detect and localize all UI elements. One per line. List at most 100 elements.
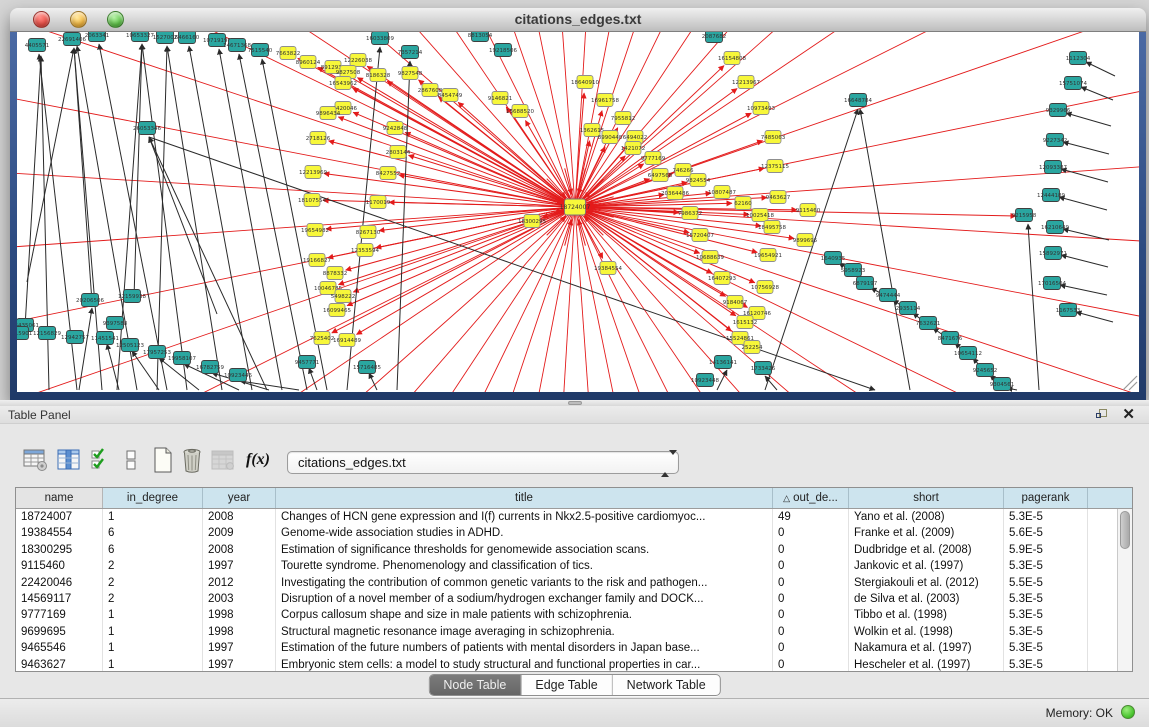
network-node[interactable]: 7632621 bbox=[916, 317, 941, 330]
delete-table-icon[interactable] bbox=[178, 446, 206, 474]
network-node[interactable]: 9227342 bbox=[1043, 134, 1068, 147]
network-node[interactable]: 12375115 bbox=[761, 160, 789, 173]
function-builder-icon[interactable]: f(x) bbox=[244, 446, 272, 474]
memory-status-indicator[interactable] bbox=[1121, 705, 1135, 719]
network-node[interactable]: 1733426 bbox=[751, 362, 776, 375]
network-node[interactable]: 12353594 bbox=[351, 244, 379, 257]
column-header-year[interactable]: year bbox=[203, 488, 276, 508]
network-node[interactable]: 1640935 bbox=[821, 252, 846, 265]
network-node[interactable]: 18107554 bbox=[298, 194, 326, 207]
network-node[interactable]: 8267130 bbox=[356, 226, 381, 239]
network-node[interactable]: 15720407 bbox=[686, 229, 714, 242]
close-panel-icon[interactable]: ✕ bbox=[1122, 406, 1135, 423]
network-node[interactable]: 8427552 bbox=[376, 167, 401, 180]
network-node[interactable]: 9899695 bbox=[793, 234, 818, 247]
table-settings-icon[interactable] bbox=[22, 446, 50, 474]
network-node[interactable]: 252254 bbox=[742, 341, 763, 354]
network-node[interactable]: 2718126 bbox=[306, 132, 331, 145]
network-node[interactable]: 12444189 bbox=[1037, 189, 1065, 202]
network-node[interactable]: 7515540 bbox=[248, 44, 273, 57]
table-row[interactable]: 911546021997Tourette syndrome. Phenomeno… bbox=[16, 558, 1117, 574]
network-node[interactable]: 16648784 bbox=[844, 94, 872, 107]
network-node[interactable]: 2063341 bbox=[85, 32, 110, 42]
network-node[interactable]: 17016504 bbox=[1038, 277, 1066, 290]
network-node[interactable]: 10973493 bbox=[747, 102, 775, 115]
tab-node-table[interactable]: Node Table bbox=[429, 675, 520, 695]
network-node[interactable]: 15892971 bbox=[1039, 247, 1067, 260]
network-node[interactable]: 7357214 bbox=[398, 46, 423, 59]
network-node[interactable]: 8878332 bbox=[323, 267, 348, 280]
network-node[interactable]: 19654982 bbox=[301, 224, 329, 237]
network-node[interactable]: 9304561 bbox=[990, 378, 1015, 391]
table-row[interactable]: 2242004622012Investigating the contribut… bbox=[16, 575, 1117, 591]
network-node[interactable]: 16210649 bbox=[1041, 221, 1069, 234]
network-node[interactable]: 1170019 bbox=[366, 196, 391, 209]
network-node[interactable]: 9777169 bbox=[641, 152, 666, 165]
network-node[interactable]: 1527002 bbox=[153, 32, 178, 44]
network-node[interactable]: 19218506 bbox=[489, 44, 517, 57]
network-node[interactable]: 10756928 bbox=[751, 281, 779, 294]
table-column-icon[interactable] bbox=[55, 446, 83, 474]
network-node[interactable]: 9463627 bbox=[766, 191, 791, 204]
network-node[interactable]: 2935114 bbox=[896, 302, 921, 315]
network-node[interactable]: 9146821 bbox=[488, 92, 513, 105]
network-node[interactable]: 16961758 bbox=[591, 94, 619, 107]
network-node[interactable]: 9245652 bbox=[973, 364, 998, 377]
table-row[interactable]: 1872400712008Changes of HCN gene express… bbox=[16, 509, 1117, 525]
network-node[interactable]: 7625402 bbox=[310, 332, 335, 345]
table-row[interactable]: 1938455462009Genome-wide association stu… bbox=[16, 525, 1117, 541]
network-node[interactable]: 9397588 bbox=[103, 317, 128, 330]
tab-network-table[interactable]: Network Table bbox=[612, 675, 720, 695]
network-node[interactable]: 4405571 bbox=[25, 39, 50, 52]
network-canvas[interactable]: 4405571226914062063341106533271527002646… bbox=[17, 32, 1139, 392]
network-node[interactable]: 16033809 bbox=[366, 32, 394, 45]
network-node[interactable]: 8813054 bbox=[468, 32, 493, 42]
table-vertical-scrollbar[interactable] bbox=[1117, 509, 1132, 671]
table-row[interactable]: 946554611997Estimation of the future num… bbox=[16, 640, 1117, 656]
network-node[interactable]: 9115460 bbox=[796, 204, 821, 217]
network-node[interactable]: 18640910 bbox=[571, 76, 599, 89]
table-row[interactable]: 946362711997Embryonic stem cells: a mode… bbox=[16, 657, 1117, 671]
network-node[interactable]: 8471676 bbox=[938, 332, 963, 345]
network-node[interactable]: 10688639 bbox=[696, 251, 724, 264]
table-row[interactable]: 977716911998Corpus callosum shape and si… bbox=[16, 607, 1117, 623]
column-header-in_degree[interactable]: in_degree bbox=[103, 488, 203, 508]
column-header-out_de[interactable]: △out_de... bbox=[773, 488, 849, 508]
network-node[interactable]: 10654112 bbox=[954, 347, 982, 360]
column-header-name[interactable]: name bbox=[16, 488, 103, 508]
network-node[interactable]: 19654921 bbox=[754, 249, 782, 262]
network-node[interactable]: 19958107 bbox=[168, 352, 196, 365]
network-node[interactable]: 6466160 bbox=[175, 32, 200, 44]
table-row[interactable]: 1830029562008Estimation of significance … bbox=[16, 542, 1117, 558]
splitter-grip-icon[interactable] bbox=[568, 401, 582, 405]
network-node[interactable]: 14136141 bbox=[709, 356, 737, 369]
new-table-icon[interactable] bbox=[149, 446, 177, 474]
network-node[interactable]: 16154808 bbox=[718, 52, 746, 65]
network-node[interactable]: 62160 bbox=[734, 197, 752, 210]
network-node[interactable]: 19384554 bbox=[594, 262, 622, 275]
network-node[interactable]: 2087682 bbox=[702, 32, 727, 43]
network-node[interactable]: 12213969 bbox=[299, 166, 327, 179]
column-header-short[interactable]: short bbox=[849, 488, 1004, 508]
network-node[interactable]: 12093387 bbox=[1039, 161, 1067, 174]
network-node[interactable]: 12942757 bbox=[61, 331, 89, 344]
network-node[interactable]: 12159938 bbox=[118, 290, 146, 303]
table-selector-dropdown[interactable]: citations_edges.txt bbox=[287, 451, 679, 474]
table-row[interactable]: 1456911722003Disruption of a novel membe… bbox=[16, 591, 1117, 607]
network-node[interactable]: 15716485 bbox=[353, 361, 381, 374]
network-node[interactable]: 15688520 bbox=[506, 105, 534, 118]
network-node[interactable]: 18495758 bbox=[758, 221, 786, 234]
tab-edge-table[interactable]: Edge Table bbox=[520, 675, 611, 695]
network-node[interactable]: 7663822 bbox=[276, 47, 301, 60]
column-header-title[interactable]: title bbox=[276, 488, 773, 508]
network-node[interactable]: 8960124 bbox=[296, 56, 321, 69]
scrollbar-thumb[interactable] bbox=[1120, 511, 1130, 549]
network-node[interactable]: 12213967 bbox=[732, 76, 760, 89]
network-node[interactable]: 6879197 bbox=[853, 277, 878, 290]
table-row[interactable]: 969969511998Structural magnetic resonanc… bbox=[16, 624, 1117, 640]
network-node[interactable]: 5958923 bbox=[841, 264, 866, 277]
float-panel-icon[interactable] bbox=[1096, 409, 1109, 421]
import-table-icon[interactable] bbox=[209, 446, 237, 474]
network-node[interactable]: 18724007 bbox=[560, 199, 591, 215]
network-node[interactable]: 9827548 bbox=[398, 67, 423, 80]
